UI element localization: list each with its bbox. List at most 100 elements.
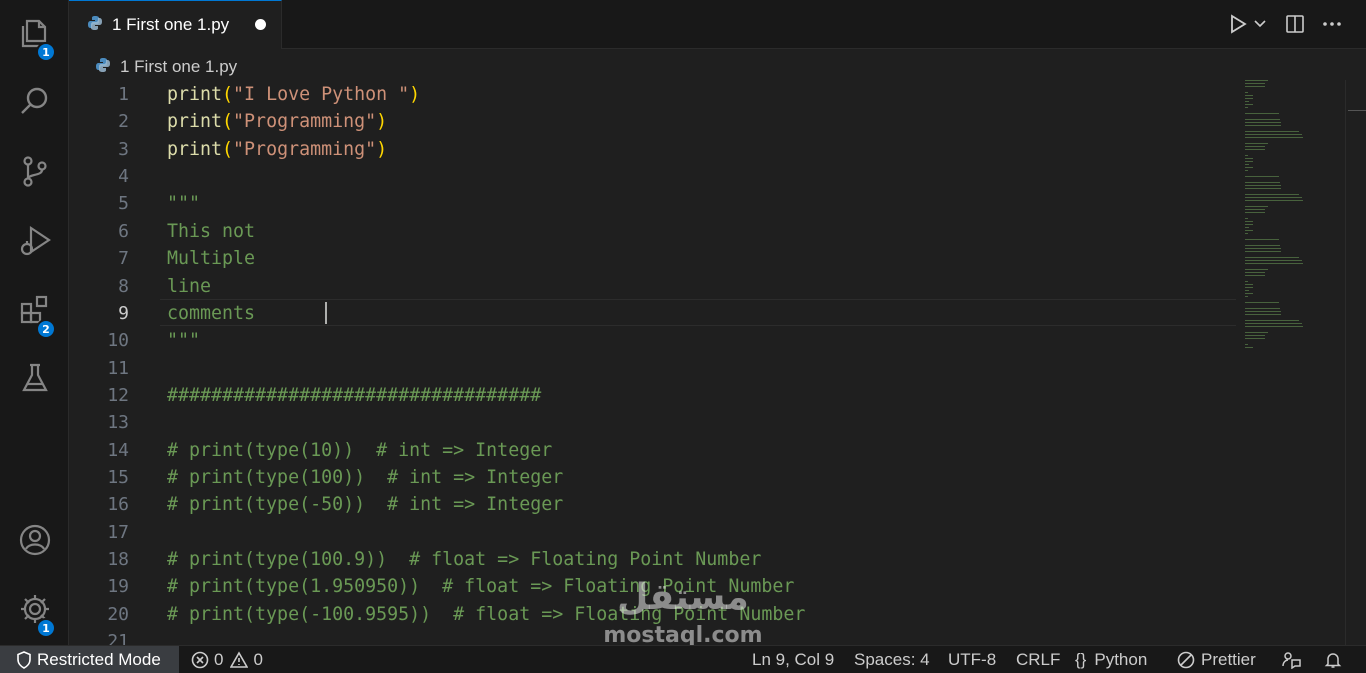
minimap-line: [1245, 200, 1303, 201]
prettier-status[interactable]: Prettier: [1177, 646, 1256, 673]
cursor-position[interactable]: Ln 9, Col 9: [752, 646, 834, 673]
minimap-line: [1245, 275, 1265, 276]
code-line: print("I Love Python "): [167, 84, 421, 105]
warning-icon: [230, 651, 249, 669]
split-editor-icon[interactable]: [1284, 12, 1306, 36]
warning-count: 0: [253, 650, 263, 669]
line-number: 5: [118, 193, 129, 214]
account-icon[interactable]: [0, 515, 69, 565]
language-mode[interactable]: {} Python: [1075, 646, 1147, 673]
current-line-highlight: [160, 299, 1236, 326]
source-control-icon[interactable]: [0, 146, 69, 196]
code-line: print("Programming"): [167, 139, 388, 160]
breadcrumb-file[interactable]: 1 First one 1.py: [120, 57, 237, 77]
shield-icon: [16, 651, 32, 669]
line-number: 14: [107, 440, 129, 461]
code-line: # print(type(100)) # int => Integer: [167, 467, 564, 488]
code-line: line: [167, 276, 212, 297]
prettier-label: Prettier: [1201, 650, 1256, 669]
minimap-line: [1245, 98, 1253, 99]
minimap-line: [1245, 218, 1248, 219]
unsaved-dot-icon[interactable]: [255, 19, 266, 30]
tab-bar: 1 First one 1.py: [69, 0, 1366, 49]
restricted-mode-label: Restricted Mode: [37, 650, 161, 669]
minimap-line: [1245, 248, 1281, 249]
eol-setting[interactable]: CRLF: [1016, 646, 1060, 673]
code-editor[interactable]: 1 2 3 4 5 6 7 8 9 10 11 12 13 14 15 16 1…: [69, 80, 1366, 645]
minimap-line: [1245, 119, 1280, 120]
extensions-icon[interactable]: 2: [0, 285, 69, 339]
minimap-line: [1245, 167, 1253, 168]
minimap-line: [1245, 182, 1280, 183]
minimap-line: [1245, 233, 1248, 234]
vertical-scrollbar[interactable]: [1345, 80, 1366, 645]
minimap-line: [1245, 335, 1265, 336]
line-number: 17: [107, 522, 129, 543]
error-icon: [191, 651, 209, 669]
editor-tab[interactable]: 1 First one 1.py: [69, 0, 282, 49]
minimap-line: [1245, 185, 1281, 186]
python-file-icon: [95, 57, 111, 77]
bell-icon[interactable]: [1324, 646, 1342, 673]
minimap-line: [1245, 347, 1253, 348]
activity-bar: 1 2 1: [0, 0, 69, 645]
explorer-badge: 1: [36, 42, 56, 62]
problems-indicator[interactable]: 0 0: [191, 646, 263, 673]
explorer-icon[interactable]: 1: [0, 8, 69, 62]
run-icon[interactable]: [1227, 12, 1249, 36]
run-debug-icon[interactable]: [0, 215, 69, 265]
minimap-line: [1245, 293, 1253, 294]
minimap-line: [1245, 146, 1265, 147]
minimap-line: [1245, 83, 1265, 84]
minimap-line: [1245, 326, 1303, 327]
minimap-line: [1245, 137, 1303, 138]
line-number: 16: [107, 494, 129, 515]
minimap-line: [1245, 263, 1303, 264]
line-number-active: 9: [118, 303, 129, 324]
minimap-line: [1245, 308, 1280, 309]
braces-icon: {}: [1075, 650, 1087, 669]
minimap-line: [1245, 245, 1280, 246]
minimap-line: [1245, 221, 1253, 222]
minimap-line: [1245, 95, 1253, 96]
minimap-line: [1245, 251, 1281, 252]
indentation-setting[interactable]: Spaces: 4: [854, 646, 930, 673]
error-count: 0: [214, 650, 224, 669]
minimap-line: [1245, 209, 1265, 210]
minimap-line: [1245, 170, 1248, 171]
extensions-badge: 2: [36, 319, 56, 339]
line-number: 13: [107, 412, 129, 433]
minimap-line: [1245, 149, 1265, 150]
restricted-mode-button[interactable]: Restricted Mode: [0, 646, 179, 673]
minimap-line: [1245, 92, 1248, 93]
minimap-line: [1245, 212, 1265, 213]
search-icon[interactable]: [0, 76, 69, 126]
code-line: # print(type(10)) # int => Integer: [167, 440, 553, 461]
minimap-line: [1245, 134, 1302, 135]
minimap-line: [1245, 188, 1281, 189]
language-label: Python: [1094, 650, 1148, 669]
breadcrumb[interactable]: 1 First one 1.py: [95, 54, 237, 80]
more-actions-icon[interactable]: [1321, 12, 1343, 36]
code-token-string: "Programming": [233, 139, 377, 160]
minimap-line: [1245, 206, 1268, 207]
chevron-down-icon[interactable]: [1252, 12, 1268, 36]
minimap-line: [1245, 332, 1268, 333]
testing-icon[interactable]: [0, 353, 69, 403]
line-number: 4: [118, 166, 129, 187]
minimap-line: [1245, 284, 1253, 285]
minimap[interactable]: [1243, 80, 1313, 360]
minimap-line: [1245, 227, 1249, 228]
encoding-setting[interactable]: UTF-8: [948, 646, 996, 673]
line-number: 2: [118, 111, 129, 132]
line-number: 11: [107, 358, 129, 379]
code-line: """: [167, 330, 201, 351]
line-number: 7: [118, 248, 129, 269]
minimap-line: [1245, 281, 1248, 282]
minimap-line: [1245, 260, 1302, 261]
minimap-line: [1245, 272, 1265, 273]
feedback-icon[interactable]: [1281, 646, 1301, 673]
settings-gear-icon[interactable]: 1: [0, 584, 69, 638]
minimap-line: [1245, 143, 1268, 144]
code-token-function: print: [167, 139, 223, 160]
